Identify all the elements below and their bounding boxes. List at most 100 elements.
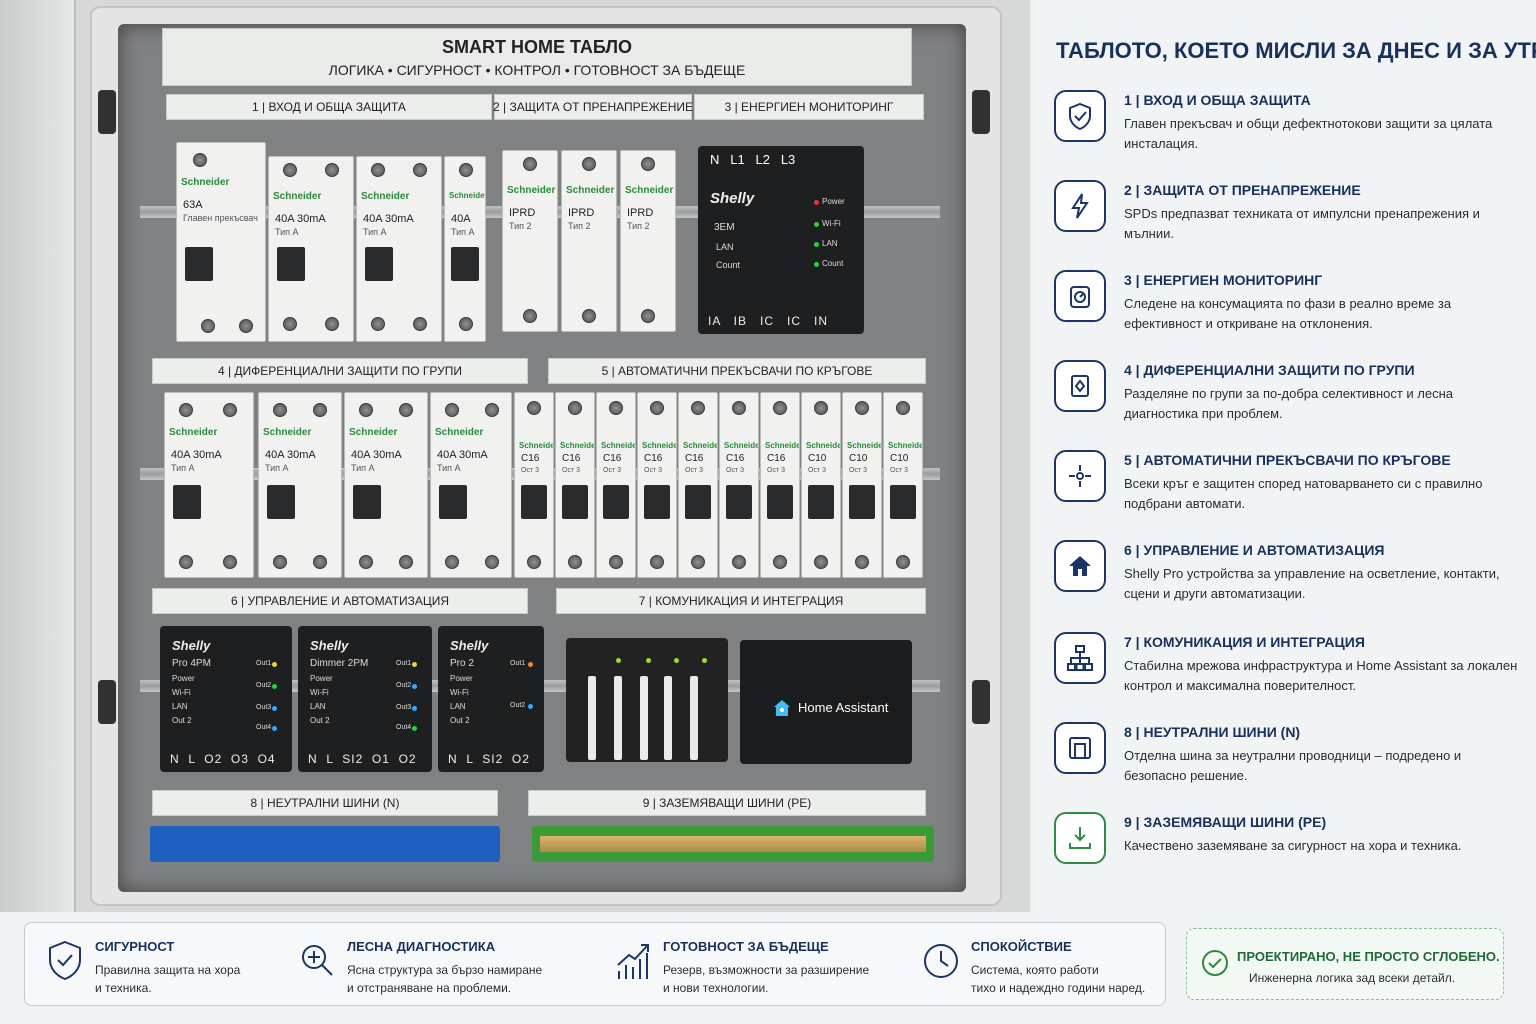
neutral-bus-icon (1054, 722, 1106, 774)
feature-desc: SPDs предпазват техниката от импулсни пр… (1124, 206, 1480, 241)
rating-label: 63A (183, 199, 203, 211)
device-label: Wi-Fi (310, 688, 329, 697)
rating-label: C16 (603, 453, 622, 464)
distribution-icon (1054, 450, 1106, 502)
sub-label: Тип А (275, 227, 299, 237)
rcd-lever[interactable] (277, 247, 305, 281)
ethernet-cable (614, 676, 622, 760)
energy-meter-icon (1054, 270, 1106, 322)
rcd-lever[interactable] (365, 247, 393, 281)
sub-label: Тип А (363, 227, 387, 237)
badge-desc: Инженерна логика зад всеки детайл. (1249, 971, 1456, 985)
rating-label: IPRD (568, 207, 595, 219)
mcb-lever[interactable] (685, 485, 711, 519)
feature-title: 5 | АВТОМАТИЧНИ ПРЕКЪСВАЧИ ПО КРЪГОВЕ (1124, 452, 1451, 468)
home-assistant-hub: Home Assistant (740, 640, 912, 764)
hinge (972, 90, 990, 134)
sub-label: Ост 3 (685, 467, 703, 474)
brand-label: Schneider (435, 427, 484, 438)
mcb-lever[interactable] (849, 485, 875, 519)
feature-title: 1 | ВХОД И ОБЩА ЗАЩИТА (1124, 92, 1311, 108)
device-model: Dimmer 2PM (310, 658, 369, 669)
feature-item: 5 | АВТОМАТИЧНИ ПРЕКЪСВАЧИ ПО КРЪГОВЕ Вс… (1054, 450, 1524, 530)
device-label: Wi-Fi (172, 688, 191, 697)
output-label: Out3 (256, 704, 272, 711)
spd-device: Schneider IPRD Тип 2 (502, 150, 558, 332)
sub-label: Тип 2 (627, 221, 650, 231)
device-model: Pro 4PM (172, 658, 211, 669)
rcd-group-device: Schneider 40A 30mA Тип А (258, 392, 342, 578)
shelly-pro-4pm: Shelly Pro 4PM Power Wi-Fi LAN Out 2 Out… (160, 626, 292, 772)
mcb-lever[interactable] (726, 485, 752, 519)
rating-label: IPRD (627, 207, 654, 219)
rating-label: C16 (685, 453, 704, 464)
feature-desc: Shelly Pro устройства за управление на о… (1124, 566, 1500, 601)
mcb-device: Schneider C16 Ост 3 (514, 392, 554, 578)
footer-desc: Правилна защита на хора и техника. (95, 963, 241, 995)
brand-label: Schneider (519, 441, 554, 450)
mcb-device: Schneider C16 Ост 3 (678, 392, 718, 578)
device-label: Out 2 (450, 716, 470, 725)
device-label: Out 2 (172, 716, 192, 725)
section-label-6: 6 | УПРАВЛЕНИЕ И АВТОМАТИЗАЦИЯ (152, 588, 528, 614)
mcb-device: Schneider C10 Ост 3 (842, 392, 882, 578)
brand-label: Schneider (361, 191, 410, 202)
home-assistant-label: Home Assistant (798, 700, 889, 715)
brass-terminal-strip (540, 836, 926, 852)
ethernet-cable (664, 676, 672, 760)
meter-label: LAN (716, 242, 734, 252)
mcb-lever[interactable] (521, 485, 547, 519)
meter-label: Count (716, 260, 741, 270)
mcb-lever[interactable] (644, 485, 670, 519)
feature-panel: ТАБЛОТО, КОЕТО МИСЛИ ЗА ДНЕС И ЗА УТРЕ 1… (1036, 0, 1536, 912)
rating-label: 40A (451, 213, 471, 225)
sub-label: Ост 3 (890, 467, 908, 474)
indicator-label: LAN (822, 239, 838, 248)
brand-label: Schneider (806, 441, 841, 450)
device-terminals: N L SI2 O2 (448, 752, 530, 766)
mcb-lever[interactable] (562, 485, 588, 519)
ethernet-cable (690, 676, 698, 760)
mcb-lever[interactable] (603, 485, 629, 519)
breaker-lever[interactable] (185, 247, 213, 281)
brand-label: Schneider (181, 177, 230, 188)
rcd-lever[interactable] (267, 485, 295, 519)
ground-icon (1054, 812, 1106, 864)
rating-label: C16 (767, 453, 786, 464)
section-label-4: 4 | ДИФЕРЕНЦИАЛНИ ЗАЩИТИ ПО ГРУПИ (152, 358, 528, 384)
feature-item: 1 | ВХОД И ОБЩА ЗАЩИТА Главен прекъсвач … (1054, 90, 1524, 170)
device-label: Out 2 (310, 716, 330, 725)
mcb-device: Schneider C16 Ост 3 (555, 392, 595, 578)
brand-label: Schneider (847, 441, 882, 450)
indicator-label: Power (822, 197, 845, 206)
shelly-logo: Shelly (450, 638, 489, 653)
shield-check-icon (49, 940, 81, 981)
brand-label: Schneider (642, 441, 677, 450)
sub-label: Главен прекъсвач (183, 213, 258, 223)
mcb-lever[interactable] (890, 485, 916, 519)
rcd-lever[interactable] (439, 485, 467, 519)
sub-label: Тип 2 (509, 221, 532, 231)
lightning-icon (1054, 180, 1106, 232)
mcb-lever[interactable] (808, 485, 834, 519)
rcd-group-device: Schneider 40A 30mA Тип А (430, 392, 512, 578)
sub-label: Ост 3 (644, 467, 662, 474)
mcb-lever[interactable] (767, 485, 793, 519)
rcd-lever[interactable] (353, 485, 381, 519)
rcd-lever[interactable] (173, 485, 201, 519)
meter-top-terminals: N L1 L2 L3 (710, 152, 796, 167)
sub-label: Тип А (351, 463, 375, 473)
device-terminals: N L O2 O3 O4 (170, 752, 276, 766)
rcd-group-device: Schneider 40A 30mA Тип А (164, 392, 254, 578)
engineering-badge: ПРОЕКТИРАНО, НЕ ПРОСТО СГЛОБЕНО. Инженер… (1186, 928, 1504, 1000)
home-icon (1054, 540, 1106, 592)
rcd-lever[interactable] (451, 247, 479, 281)
footer-desc: Резерв, възможности за разширение и нови … (663, 963, 870, 995)
feature-desc: Стабилна мрежова инфраструктура и Home A… (1124, 658, 1518, 693)
badge-title: ПРОЕКТИРАНО, НЕ ПРОСТО СГЛОБЕНО. (1237, 949, 1500, 964)
mcb-device: Schneider C16 Ост 3 (719, 392, 759, 578)
rating-label: 40A 30mA (171, 449, 222, 461)
sub-label: Тип 2 (568, 221, 591, 231)
sub-label: Тип А (171, 463, 195, 473)
feature-desc: Качествено заземяване за сигурност на хо… (1124, 838, 1462, 853)
